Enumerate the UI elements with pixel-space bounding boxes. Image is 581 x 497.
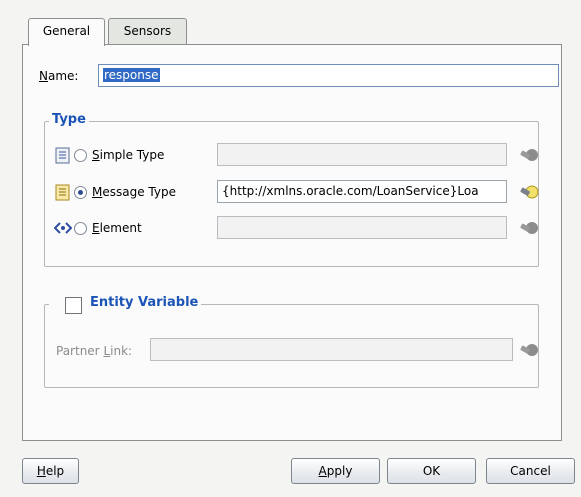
flashlight-icon[interactable]	[519, 341, 539, 359]
message-type-radio[interactable]	[74, 186, 87, 199]
simple-type-icon	[55, 147, 70, 164]
message-type-field[interactable]: {http://xmlns.oracle.com/LoanService}Loa	[217, 180, 507, 203]
help-button[interactable]: Help	[22, 458, 79, 484]
message-type-icon	[55, 184, 70, 201]
tab-general-label: General	[42, 24, 91, 38]
general-panel: Name: response Type Simple Type Message …	[22, 44, 562, 441]
name-input[interactable]: response	[98, 64, 559, 87]
element-icon	[53, 221, 73, 235]
entity-variable-group: Entity Variable Partner Link:	[44, 294, 539, 388]
type-group: Type Simple Type Message Type {http://xm…	[44, 112, 539, 267]
message-type-label: Message Type	[92, 185, 176, 199]
apply-button[interactable]: Apply	[291, 458, 380, 484]
partner-link-label: Partner Link:	[56, 344, 133, 358]
ok-button[interactable]: OK	[387, 458, 476, 484]
partner-link-field[interactable]	[150, 338, 513, 361]
element-radio[interactable]	[74, 222, 87, 235]
type-legend: Type	[49, 112, 89, 127]
element-field[interactable]	[217, 216, 507, 239]
name-input-value: response	[103, 68, 160, 82]
tab-sensors-label: Sensors	[123, 24, 172, 38]
simple-type-field[interactable]	[217, 143, 507, 166]
flashlight-icon[interactable]	[519, 183, 539, 201]
entity-variable-checkbox[interactable]	[65, 297, 82, 314]
tab-general[interactable]: General	[28, 18, 105, 46]
cancel-button[interactable]: Cancel	[486, 458, 575, 484]
flashlight-icon[interactable]	[519, 146, 539, 164]
element-label: Element	[92, 221, 142, 235]
simple-type-radio[interactable]	[74, 149, 87, 162]
name-label: Name:	[39, 69, 79, 83]
flashlight-icon[interactable]	[519, 219, 539, 237]
simple-type-label: Simple Type	[92, 148, 165, 162]
entity-variable-legend: Entity Variable	[87, 295, 202, 310]
tab-sensors[interactable]: Sensors	[108, 18, 187, 44]
